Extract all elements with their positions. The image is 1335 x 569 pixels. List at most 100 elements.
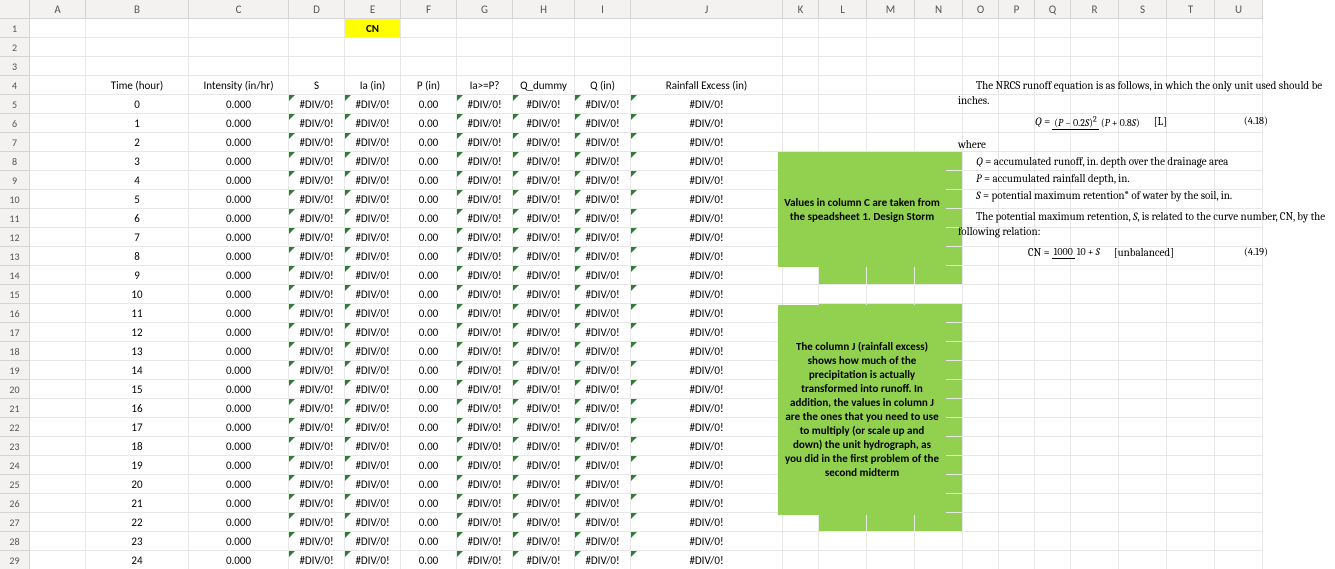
- cell-R13[interactable]: [1071, 247, 1119, 266]
- cell-A25[interactable]: [30, 475, 86, 494]
- cell-E6[interactable]: #DIV/0!: [345, 114, 401, 133]
- cell-intensity-8[interactable]: 0.000: [189, 247, 289, 266]
- cell-I8[interactable]: #DIV/0!: [575, 152, 631, 171]
- cell-K3[interactable]: [783, 57, 819, 76]
- cell-intensity-16[interactable]: 0.000: [189, 399, 289, 418]
- cell-R12[interactable]: [1071, 228, 1119, 247]
- cell-I15[interactable]: #DIV/0!: [575, 285, 631, 304]
- cell-L11[interactable]: [819, 209, 867, 228]
- cell-U22[interactable]: [1215, 418, 1263, 437]
- cell-P-2[interactable]: 0.00: [401, 133, 457, 152]
- cell-O28[interactable]: [963, 532, 999, 551]
- cell-P14[interactable]: [999, 266, 1035, 285]
- cell-rainfall-excess-2[interactable]: #DIV/0!: [631, 133, 783, 152]
- cell-intensity-1[interactable]: 0.000: [189, 114, 289, 133]
- cell-G22[interactable]: #DIV/0!: [457, 418, 513, 437]
- cell-K9[interactable]: [783, 171, 819, 190]
- cell-R3[interactable]: [1071, 57, 1119, 76]
- cell-N25[interactable]: [915, 475, 963, 494]
- cell-N10[interactable]: [915, 190, 963, 209]
- cell-B3[interactable]: [86, 57, 189, 76]
- cell-intensity-7[interactable]: 0.000: [189, 228, 289, 247]
- cell-H19[interactable]: #DIV/0!: [513, 361, 575, 380]
- cell-K27[interactable]: [783, 513, 819, 532]
- cell-Q27[interactable]: [1035, 513, 1071, 532]
- cell-U14[interactable]: [1215, 266, 1263, 285]
- cell-P-4[interactable]: 0.00: [401, 171, 457, 190]
- cell-P-24[interactable]: 0.00: [401, 551, 457, 569]
- cell-M26[interactable]: [867, 494, 915, 513]
- cell-U11[interactable]: [1215, 209, 1263, 228]
- cell-O7[interactable]: [963, 133, 999, 152]
- cell-P3[interactable]: [999, 57, 1035, 76]
- cell-P13[interactable]: [999, 247, 1035, 266]
- cell-intensity-9[interactable]: 0.000: [189, 266, 289, 285]
- cell-A10[interactable]: [30, 190, 86, 209]
- cell-H24[interactable]: #DIV/0!: [513, 456, 575, 475]
- cell-R28[interactable]: [1071, 532, 1119, 551]
- cell-O5[interactable]: [963, 95, 999, 114]
- cell-P22[interactable]: [999, 418, 1035, 437]
- cell-T4[interactable]: [1167, 76, 1215, 95]
- cell-A20[interactable]: [30, 380, 86, 399]
- cell-I19[interactable]: #DIV/0!: [575, 361, 631, 380]
- cell-L13[interactable]: [819, 247, 867, 266]
- cell-G2[interactable]: [457, 38, 513, 57]
- cell-E7[interactable]: #DIV/0!: [345, 133, 401, 152]
- cell-T24[interactable]: [1167, 456, 1215, 475]
- cell-intensity-17[interactable]: 0.000: [189, 418, 289, 437]
- cell-O29[interactable]: [963, 551, 999, 569]
- cell-rainfall-excess-20[interactable]: #DIV/0!: [631, 475, 783, 494]
- cell-O23[interactable]: [963, 437, 999, 456]
- cell-P9[interactable]: [999, 171, 1035, 190]
- cell-I13[interactable]: #DIV/0!: [575, 247, 631, 266]
- cell-A11[interactable]: [30, 209, 86, 228]
- cell-T13[interactable]: [1167, 247, 1215, 266]
- col-header-A[interactable]: A: [30, 0, 86, 19]
- cell-Q25[interactable]: [1035, 475, 1071, 494]
- cell-T9[interactable]: [1167, 171, 1215, 190]
- cell-intensity-21[interactable]: 0.000: [189, 494, 289, 513]
- cell-E22[interactable]: #DIV/0!: [345, 418, 401, 437]
- cell-O27[interactable]: [963, 513, 999, 532]
- cell-A1[interactable]: [30, 19, 86, 38]
- cell-D20[interactable]: #DIV/0!: [289, 380, 345, 399]
- header-C[interactable]: Intensity (in/hr): [189, 76, 289, 95]
- cell-I28[interactable]: #DIV/0!: [575, 532, 631, 551]
- cell-D18[interactable]: #DIV/0!: [289, 342, 345, 361]
- cell-P-13[interactable]: 0.00: [401, 342, 457, 361]
- cell-U21[interactable]: [1215, 399, 1263, 418]
- cell-T28[interactable]: [1167, 532, 1215, 551]
- cell-D12[interactable]: #DIV/0!: [289, 228, 345, 247]
- cell-R2[interactable]: [1071, 38, 1119, 57]
- cell-L10[interactable]: [819, 190, 867, 209]
- cell-H13[interactable]: #DIV/0!: [513, 247, 575, 266]
- cell-E3[interactable]: [345, 57, 401, 76]
- cell-P23[interactable]: [999, 437, 1035, 456]
- cell-M20[interactable]: [867, 380, 915, 399]
- cell-rainfall-excess-7[interactable]: #DIV/0!: [631, 228, 783, 247]
- cell-H8[interactable]: #DIV/0!: [513, 152, 575, 171]
- cell-A27[interactable]: [30, 513, 86, 532]
- cell-C1[interactable]: [189, 19, 289, 38]
- cell-G28[interactable]: #DIV/0!: [457, 532, 513, 551]
- cell-R15[interactable]: [1071, 285, 1119, 304]
- cell-P26[interactable]: [999, 494, 1035, 513]
- cell-Q4[interactable]: [1035, 76, 1071, 95]
- header-E[interactable]: Ia (in): [345, 76, 401, 95]
- cell-M28[interactable]: [867, 532, 915, 551]
- cell-M12[interactable]: [867, 228, 915, 247]
- cell-A14[interactable]: [30, 266, 86, 285]
- cell-I22[interactable]: #DIV/0!: [575, 418, 631, 437]
- cell-Q21[interactable]: [1035, 399, 1071, 418]
- cell-time-3[interactable]: 3: [86, 152, 189, 171]
- cell-H20[interactable]: #DIV/0!: [513, 380, 575, 399]
- col-header-B[interactable]: B: [86, 0, 189, 19]
- row-header-22[interactable]: 22: [0, 418, 30, 437]
- cell-rainfall-excess-10[interactable]: #DIV/0!: [631, 285, 783, 304]
- cell-H12[interactable]: #DIV/0!: [513, 228, 575, 247]
- cell-Q7[interactable]: [1035, 133, 1071, 152]
- row-header-28[interactable]: 28: [0, 532, 30, 551]
- cell-J1[interactable]: [631, 19, 783, 38]
- cell-I23[interactable]: #DIV/0!: [575, 437, 631, 456]
